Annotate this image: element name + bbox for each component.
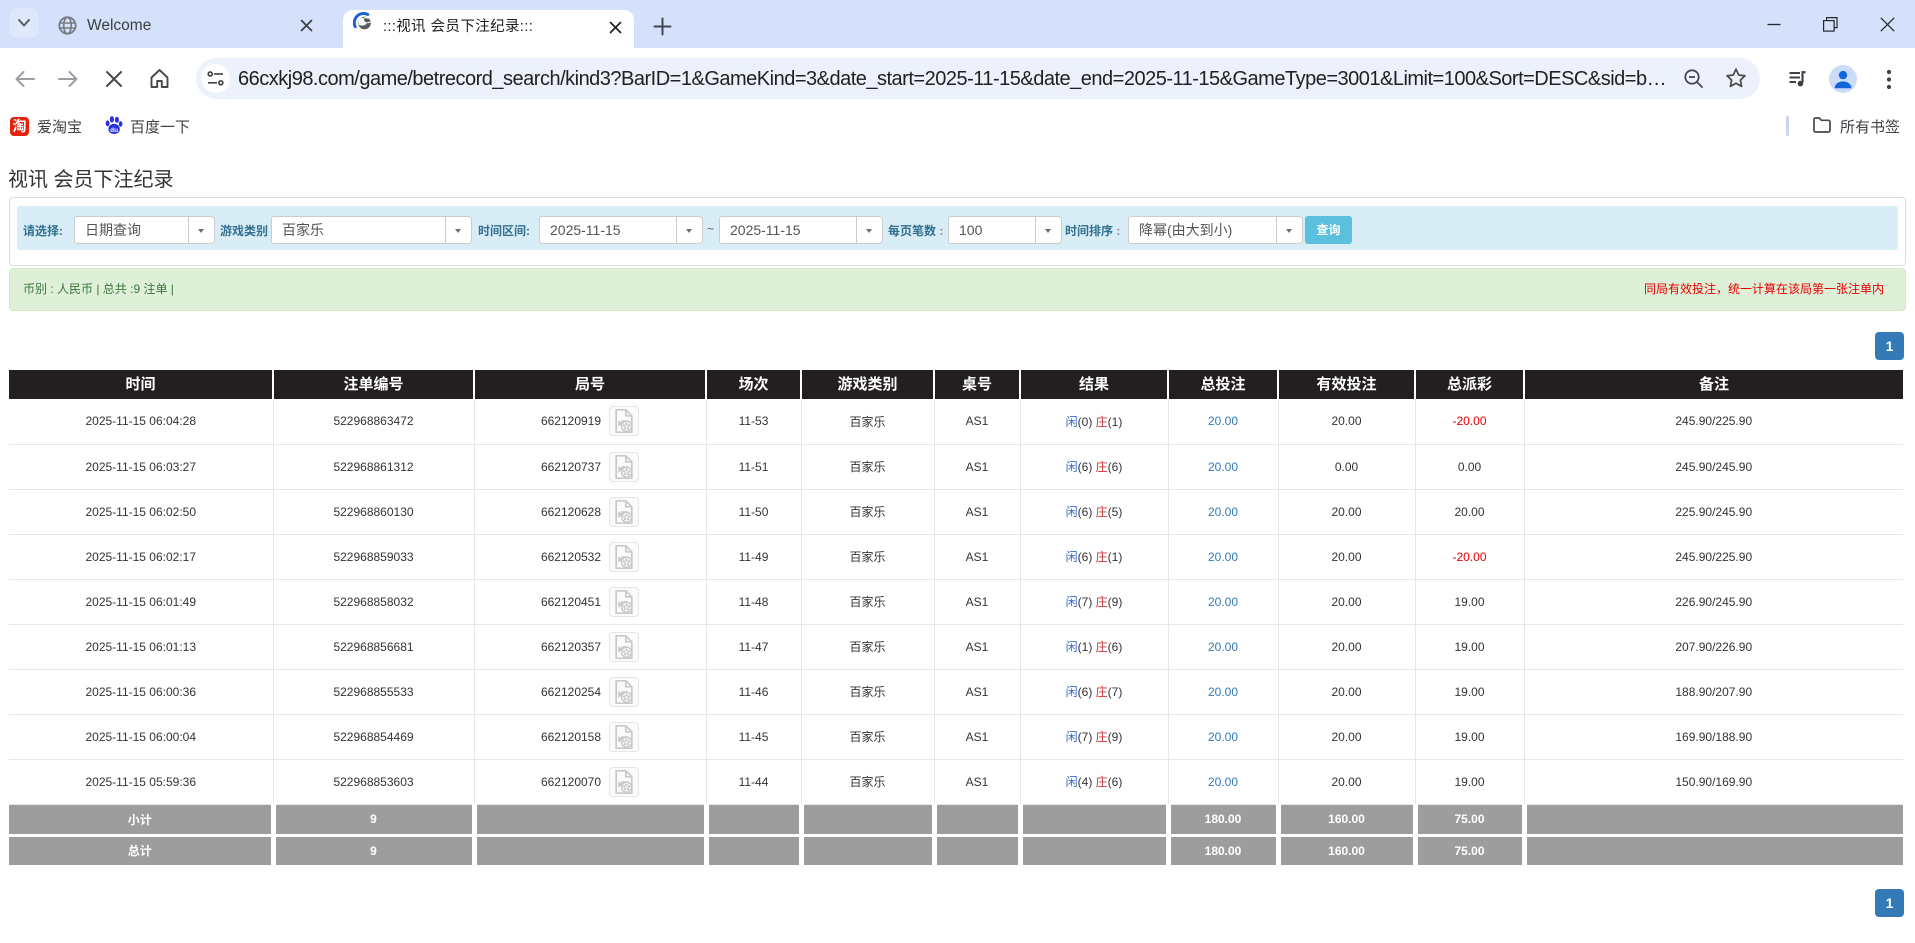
svg-text:du: du	[110, 127, 118, 134]
